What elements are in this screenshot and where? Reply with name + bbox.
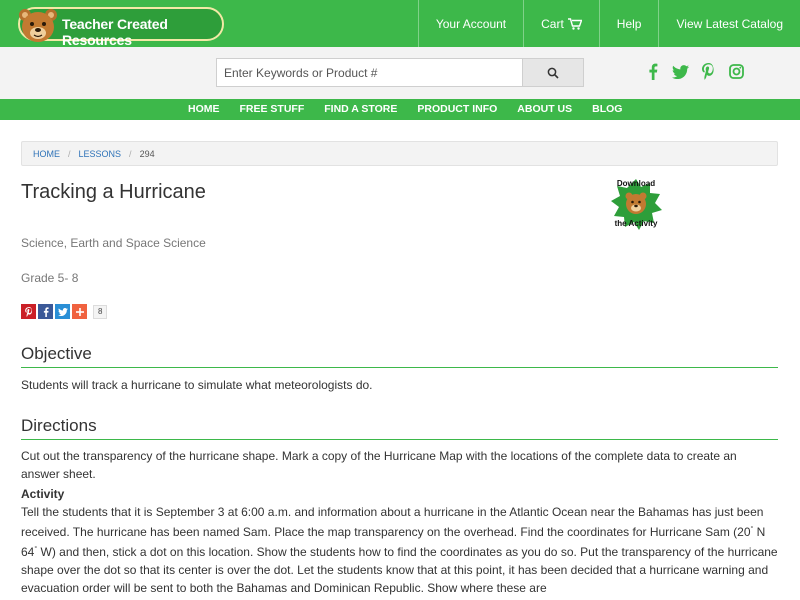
brand-logo[interactable]: Teacher Created Resources bbox=[18, 7, 224, 48]
search-button[interactable] bbox=[522, 58, 584, 87]
view-catalog-link[interactable]: View Latest Catalog bbox=[658, 0, 800, 47]
lesson-grade: Grade 5- 8 bbox=[21, 271, 79, 285]
pinterest-share-button[interactable] bbox=[21, 304, 36, 319]
breadcrumb: HOME / LESSONS / 294 bbox=[21, 141, 778, 166]
facebook-icon[interactable] bbox=[644, 63, 661, 80]
help-link[interactable]: Help bbox=[598, 0, 659, 47]
search-input[interactable] bbox=[216, 58, 523, 87]
cart-icon bbox=[567, 17, 582, 30]
directions-heading: Directions bbox=[21, 416, 97, 435]
top-nav: Your Account Cart Help View Latest Catal… bbox=[417, 0, 800, 47]
nav-about-us[interactable]: ABOUT US bbox=[509, 99, 580, 120]
breadcrumb-current: 294 bbox=[139, 148, 155, 159]
brand-name: Teacher Created Resources bbox=[62, 16, 168, 48]
bear-mascot-icon bbox=[19, 9, 57, 42]
lesson-subject: Science, Earth and Space Science bbox=[21, 236, 206, 250]
nav-free-stuff[interactable]: FREE STUFF bbox=[232, 99, 313, 120]
objective-divider bbox=[21, 367, 778, 368]
breadcrumb-separator: / bbox=[68, 148, 71, 159]
objective-heading: Objective bbox=[21, 344, 92, 363]
activity-label: Activity bbox=[21, 487, 65, 501]
facebook-icon bbox=[43, 306, 49, 317]
share-bar: 8 bbox=[21, 304, 108, 319]
facebook-share-button[interactable] bbox=[38, 304, 53, 319]
breadcrumb-lessons[interactable]: LESSONS bbox=[79, 149, 122, 159]
page-title: Tracking a Hurricane bbox=[21, 181, 206, 203]
cart-link[interactable]: Cart bbox=[523, 0, 599, 47]
breadcrumb-home[interactable]: HOME bbox=[33, 149, 60, 159]
download-label-line1: Download bbox=[616, 179, 656, 188]
download-label-line2: the Activity bbox=[614, 219, 658, 228]
your-account-link[interactable]: Your Account bbox=[417, 0, 523, 47]
activity-text: Tell the students that it is September 3… bbox=[21, 503, 778, 597]
your-account-label: Your Account bbox=[435, 16, 507, 31]
top-bar: Teacher Created Resources Your Account C… bbox=[0, 0, 800, 48]
twitter-icon[interactable] bbox=[672, 63, 689, 80]
instagram-icon[interactable] bbox=[728, 63, 745, 80]
more-share-button[interactable] bbox=[72, 304, 87, 319]
objective-text: Students will track a hurricane to simul… bbox=[21, 378, 373, 392]
nav-blog[interactable]: BLOG bbox=[584, 99, 630, 120]
pinterest-icon bbox=[24, 306, 32, 317]
activity-text-part: W) and then, stick a dot on this locatio… bbox=[21, 545, 778, 595]
social-links bbox=[644, 63, 745, 80]
help-label: Help bbox=[616, 16, 642, 31]
plus-icon bbox=[75, 307, 84, 316]
view-catalog-label: View Latest Catalog bbox=[676, 16, 783, 31]
pinterest-icon[interactable] bbox=[700, 63, 717, 80]
twitter-share-button[interactable] bbox=[55, 304, 70, 319]
nav-product-info[interactable]: PRODUCT INFO bbox=[409, 99, 505, 120]
directions-text: Cut out the transparency of the hurrican… bbox=[21, 449, 737, 481]
nav-find-a-store[interactable]: FIND A STORE bbox=[316, 99, 405, 120]
main-nav: HOME FREE STUFF FIND A STORE PRODUCT INF… bbox=[0, 99, 800, 120]
share-count: 8 bbox=[93, 304, 108, 319]
breadcrumb-separator: / bbox=[129, 148, 132, 159]
activity-text-part: Tell the students that it is September 3… bbox=[21, 505, 764, 539]
directions-divider bbox=[21, 439, 778, 440]
twitter-icon bbox=[57, 307, 68, 316]
cart-label: Cart bbox=[541, 16, 564, 31]
download-activity-button[interactable]: Download the Activity bbox=[606, 175, 666, 233]
nav-home[interactable]: HOME bbox=[180, 99, 228, 120]
search-icon bbox=[547, 67, 559, 79]
